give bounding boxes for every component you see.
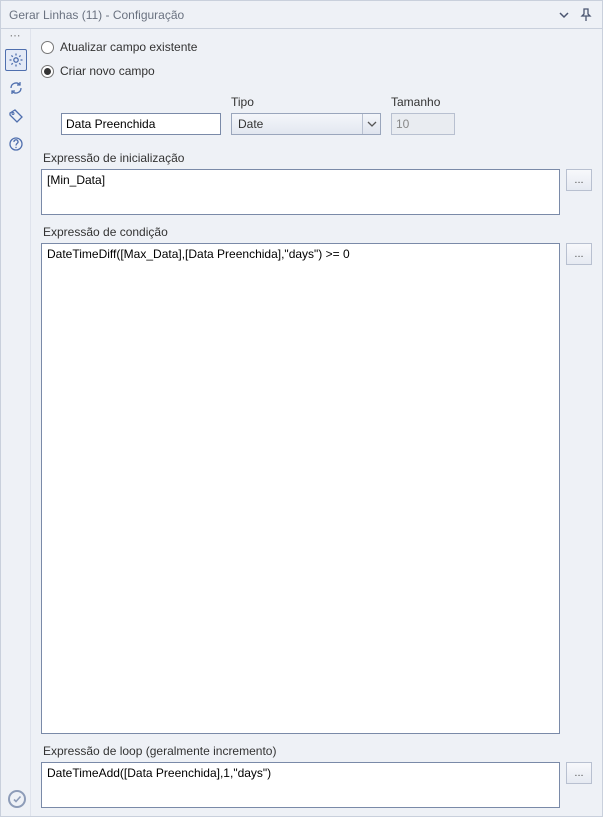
loop-expression-browse-button[interactable]: ... [566,762,592,784]
field-size-input [391,113,455,135]
field-size-col: Tamanho [391,95,455,135]
cond-expression-input[interactable] [41,243,560,734]
field-name-label [61,95,221,109]
field-size-label: Tamanho [391,95,455,109]
help-icon[interactable] [5,133,27,155]
field-type-select[interactable]: Date [231,113,381,135]
mode-create-row[interactable]: Criar novo campo [41,61,592,81]
collapse-icon[interactable] [556,7,572,23]
loop-expression-input[interactable] [41,762,560,808]
content-area: Atualizar campo existente Criar novo cam… [31,29,602,816]
field-type-value: Date [238,117,263,131]
field-type-label: Tipo [231,95,381,109]
cond-expression-browse-button[interactable]: ... [566,243,592,265]
radio-update-existing[interactable] [41,41,54,54]
cond-expression-label: Expressão de condição [43,225,592,239]
mode-update-row[interactable]: Atualizar campo existente [41,37,592,57]
init-expression-label: Expressão de inicialização [43,151,592,165]
gear-icon[interactable] [5,49,27,71]
radio-create-label: Criar novo campo [60,64,155,78]
init-expression-browse-button[interactable]: ... [566,169,592,191]
radio-create-new[interactable] [41,65,54,78]
config-panel: Gerar Linhas (11) - Configuração ⋯ [0,0,603,817]
field-definition-row: Tipo Date Tamanho [61,95,592,135]
panel-body: ⋯ Atualizar campo existente Criar novo c… [1,29,602,816]
pin-icon[interactable] [578,7,594,23]
init-expression-input[interactable] [41,169,560,215]
cond-expression-row: ... [41,243,592,734]
tag-icon[interactable] [5,105,27,127]
field-type-col: Tipo Date [231,95,381,135]
loop-expression-row: ... [41,762,592,808]
vertical-toolbar: ⋯ [1,29,31,816]
init-expression-row: ... [41,169,592,215]
status-ok-icon [8,790,26,808]
panel-title: Gerar Linhas (11) - Configuração [9,8,550,22]
radio-update-label: Atualizar campo existente [60,40,197,54]
refresh-arrows-icon[interactable] [5,77,27,99]
field-name-col [61,95,221,135]
toolbar-grip-icon: ⋯ [10,33,22,43]
field-name-input[interactable] [61,113,221,135]
chevron-down-icon[interactable] [362,114,380,134]
titlebar: Gerar Linhas (11) - Configuração [1,1,602,29]
loop-expression-label: Expressão de loop (geralmente incremento… [43,744,592,758]
